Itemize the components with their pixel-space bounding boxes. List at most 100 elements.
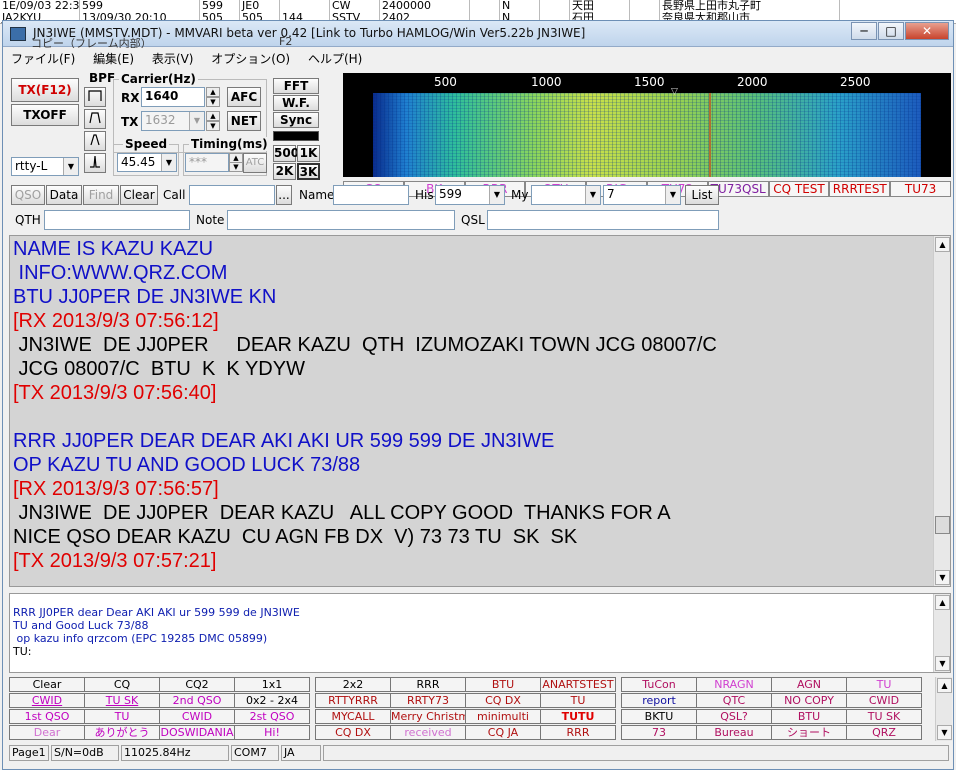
receive-text-window[interactable]: NAME IS KAZU KAZU INFO:WWW.QRZ.COM BTU JJ…: [9, 235, 951, 587]
afc-button[interactable]: AFC: [227, 87, 261, 107]
macro-button[interactable]: 2x2: [315, 677, 391, 692]
his-rst-select[interactable]: 599 ▼: [435, 185, 505, 205]
scroll-down-arrow-icon[interactable]: ▼: [935, 570, 950, 585]
bpf-narrow-button[interactable]: [84, 131, 106, 151]
wf-macro-button[interactable]: CQ TEST: [768, 181, 830, 197]
chevron-down-icon[interactable]: ▼: [63, 158, 78, 175]
title-bar[interactable]: JN3IWE (MMSTV.MDT) - MMVARI beta ver 0.4…: [3, 21, 953, 50]
sync-button[interactable]: Sync: [273, 112, 319, 128]
rx-spin-up[interactable]: ▲: [206, 87, 220, 97]
close-button[interactable]: ✕: [905, 22, 949, 40]
my-rst-select[interactable]: ▼: [531, 185, 601, 205]
macro-button[interactable]: Hi!: [234, 725, 310, 740]
chevron-down-icon[interactable]: ▼: [189, 112, 204, 130]
macro-button[interactable]: AGN: [771, 677, 847, 692]
scroll-thumb[interactable]: [935, 516, 950, 534]
bandwidth-500-button[interactable]: 500: [273, 145, 299, 162]
transmit-scrollbar[interactable]: ▲ ▼: [933, 594, 950, 672]
bpf-wide-button[interactable]: [84, 87, 106, 107]
macro-button[interactable]: DOSWIDANIA: [159, 725, 235, 740]
macro-button[interactable]: RRR: [540, 725, 616, 740]
macro-button[interactable]: NO COPY: [771, 693, 847, 708]
find-button[interactable]: Find: [83, 185, 119, 205]
menu-help[interactable]: ヘルプ(H): [300, 48, 368, 67]
data-button[interactable]: Data: [46, 185, 82, 205]
receive-scrollbar[interactable]: ▲ ▼: [933, 236, 950, 586]
macro-button[interactable]: CQ DX: [315, 725, 391, 740]
call-lookup-button[interactable]: ...: [276, 185, 292, 205]
chevron-down-icon[interactable]: ▼: [161, 154, 176, 171]
menu-edit[interactable]: 編集(E): [85, 48, 140, 67]
scroll-down-arrow-icon[interactable]: ▼: [935, 656, 950, 671]
scroll-up-arrow-icon[interactable]: ▲: [937, 678, 952, 693]
macro-button[interactable]: CQ JA: [465, 725, 541, 740]
bpf-sharp-button[interactable]: [84, 153, 106, 173]
macro-button[interactable]: minimulti: [465, 709, 541, 724]
bandwidth-2k-button[interactable]: 2K: [273, 163, 296, 180]
macro-button[interactable]: QTC: [696, 693, 772, 708]
atc-button[interactable]: ATC: [243, 153, 267, 173]
macro-button[interactable]: TuCon: [621, 677, 697, 692]
macro-button[interactable]: 73: [621, 725, 697, 740]
macro-button[interactable]: Merry Christma: [390, 709, 466, 724]
macro-button[interactable]: 1x1: [234, 677, 310, 692]
scroll-up-arrow-icon[interactable]: ▲: [935, 595, 950, 610]
qth-input[interactable]: [44, 210, 190, 230]
macro-button[interactable]: 2st QSO: [234, 709, 310, 724]
tx-frequency-field[interactable]: 1632 ▼: [141, 111, 205, 131]
minimize-button[interactable]: ─: [851, 22, 877, 40]
macro-button[interactable]: RTTYRRR: [315, 693, 391, 708]
macro-button[interactable]: report: [621, 693, 697, 708]
macro-button[interactable]: CWID: [9, 693, 85, 708]
macro-button[interactable]: BKTU: [621, 709, 697, 724]
speed-select[interactable]: 45.45 ▼: [117, 153, 177, 172]
scroll-up-arrow-icon[interactable]: ▲: [935, 237, 950, 252]
waterfall-display[interactable]: 500 1000 1500 2000 2500 ▽: [343, 73, 951, 177]
macro-button[interactable]: BTU: [465, 677, 541, 692]
waterfall-image[interactable]: [373, 93, 921, 177]
macro-button[interactable]: CWID: [159, 709, 235, 724]
chevron-down-icon[interactable]: ▼: [665, 186, 680, 204]
chevron-down-icon[interactable]: ▼: [585, 186, 600, 204]
menu-options[interactable]: オプション(O): [203, 48, 296, 67]
macro-button[interactable]: RRTY73: [390, 693, 466, 708]
wf-macro-button[interactable]: TU73: [890, 181, 951, 197]
macro-button[interactable]: TUTU: [540, 709, 616, 724]
macro-button[interactable]: ショート: [771, 725, 847, 740]
macro-button[interactable]: MYCALL: [315, 709, 391, 724]
waterfall-button[interactable]: W.F.: [273, 95, 319, 111]
rx-spin-down[interactable]: ▼: [206, 97, 220, 107]
macro-button[interactable]: QRZ: [846, 725, 922, 740]
tx-spin-down[interactable]: ▼: [206, 121, 220, 131]
mode-select[interactable]: rtty-L ▼: [11, 157, 79, 176]
qsl-input[interactable]: [487, 210, 719, 230]
macro-button[interactable]: BTU: [771, 709, 847, 724]
menu-file[interactable]: ファイル(F): [3, 48, 81, 67]
macro-button[interactable]: ANARTSTEST: [540, 677, 616, 692]
macro-button[interactable]: 1st QSO: [9, 709, 85, 724]
call-input[interactable]: [189, 185, 275, 205]
qso-button[interactable]: QSO: [11, 185, 45, 205]
net-button[interactable]: NET: [227, 111, 261, 131]
rx-frequency-field[interactable]: 1640: [141, 87, 205, 107]
tx-spin-up[interactable]: ▲: [206, 111, 220, 121]
bpf-medium-button[interactable]: [84, 109, 106, 129]
macro-button[interactable]: RRR: [390, 677, 466, 692]
transmit-text-window[interactable]: RRR JJ0PER dear Dear AKI AKI ur 599 599 …: [9, 593, 951, 673]
macro-button[interactable]: NRAGN: [696, 677, 772, 692]
tx-button[interactable]: TX(F12): [11, 78, 79, 102]
macro-button[interactable]: 0x2 - 2x4: [234, 693, 310, 708]
bandwidth-3k-button[interactable]: 3K: [297, 163, 320, 180]
app-icon[interactable]: [10, 27, 26, 41]
macro-button[interactable]: CQ DX: [465, 693, 541, 708]
chevron-down-icon[interactable]: ▼: [489, 186, 504, 204]
scroll-down-arrow-icon[interactable]: ▼: [937, 725, 952, 740]
macro-button[interactable]: Dear: [9, 725, 85, 740]
macro-button[interactable]: CQ: [84, 677, 160, 692]
macro-button[interactable]: TU SK: [846, 709, 922, 724]
macro-button[interactable]: ありがとう: [84, 725, 160, 740]
macro-scrollbar[interactable]: ▲ ▼: [935, 677, 952, 741]
macro-button[interactable]: TU SK: [84, 693, 160, 708]
number-select[interactable]: 7 ▼: [603, 185, 681, 205]
note-input[interactable]: [227, 210, 455, 230]
